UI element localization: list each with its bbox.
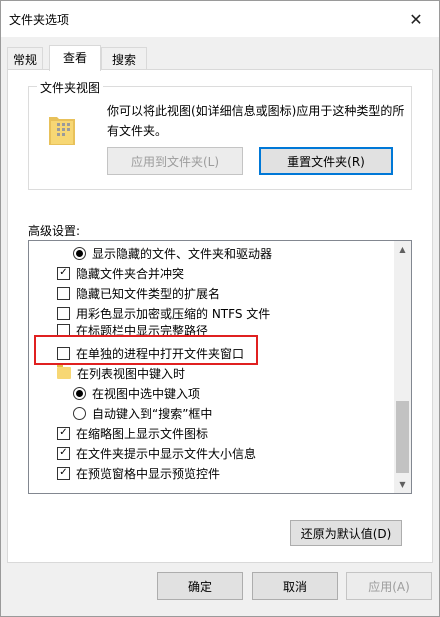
- vertical-scrollbar[interactable]: ▲ ▼: [394, 241, 411, 493]
- list-item[interactable]: 用彩色显示加密或压缩的 NTFS 文件: [29, 303, 393, 323]
- folder-views-description: 你可以将此视图(如详细信息或图标)应用于这种类型的所有文件夹。: [107, 104, 405, 138]
- tab-general[interactable]: 常规: [7, 47, 43, 69]
- checkbox-icon[interactable]: [57, 286, 70, 300]
- advanced-settings-label: 高级设置:: [28, 224, 81, 238]
- window-title: 文件夹选项: [9, 13, 70, 27]
- apply-button[interactable]: 应用(A): [346, 572, 432, 600]
- list-item-label: 自动键入到“搜索”框中: [92, 406, 213, 421]
- list-item-label: 在预览窗格中显示预览控件: [76, 466, 221, 481]
- cancel-button[interactable]: 取消: [252, 572, 338, 600]
- radio-selected-icon[interactable]: [73, 386, 86, 400]
- tab-search[interactable]: 搜索: [101, 47, 147, 69]
- ok-button[interactable]: 确定: [157, 572, 243, 600]
- checkbox-checked-icon[interactable]: ✓: [57, 466, 70, 480]
- checkbox-checked-icon[interactable]: ✓: [57, 446, 70, 460]
- list-item-label: 用彩色显示加密或压缩的 NTFS 文件: [76, 306, 271, 321]
- checkbox-icon[interactable]: [57, 306, 70, 320]
- folder-icon: [57, 364, 71, 379]
- list-item-label: 在视图中选中键入项: [92, 386, 201, 401]
- list-item-label: 在标题栏中显示完整路径: [76, 323, 209, 338]
- scroll-down-arrow-icon[interactable]: ▼: [394, 476, 411, 493]
- close-button[interactable]: ✕: [393, 1, 439, 37]
- list-item-label: 显示隐藏的文件、文件夹和驱动器: [92, 246, 273, 261]
- tab-search-label: 搜索: [111, 53, 136, 67]
- checkbox-icon[interactable]: [57, 346, 70, 360]
- list-item-label: 隐藏文件夹合并冲突: [76, 266, 185, 281]
- list-item-label: 在缩略图上显示文件图标: [76, 426, 209, 441]
- list-item[interactable]: ✓ 在预览窗格中显示预览控件: [29, 463, 393, 483]
- checkbox-checked-icon[interactable]: ✓: [57, 266, 70, 280]
- tab-view[interactable]: 查看: [49, 45, 101, 71]
- tab-view-label: 查看: [62, 51, 87, 65]
- reset-folders-button[interactable]: 重置文件夹(R): [259, 147, 393, 175]
- radio-icon[interactable]: [73, 406, 86, 420]
- list-item[interactable]: ✓ 在文件夹提示中显示文件大小信息: [29, 443, 393, 463]
- folder-views-group: 文件夹视图 你可以将此视图(如详细信息或图标)应用于这种类型的所有文件夹。 应用…: [28, 79, 412, 190]
- tab-general-label: 常规: [12, 53, 37, 67]
- list-item[interactable]: 隐藏已知文件类型的扩展名: [29, 283, 393, 303]
- list-item-highlighted[interactable]: 在单独的进程中打开文件夹窗口: [29, 343, 393, 363]
- list-item[interactable]: ✓ 在缩略图上显示文件图标: [29, 423, 393, 443]
- folder-views-title: 文件夹视图: [37, 79, 104, 96]
- list-item[interactable]: ✓ 隐藏文件夹合并冲突: [29, 263, 393, 283]
- restore-defaults-button[interactable]: 还原为默认值(D): [290, 520, 402, 546]
- list-item-label: 隐藏已知文件类型的扩展名: [76, 286, 221, 301]
- list-item[interactable]: 在标题栏中显示完整路径: [29, 323, 393, 337]
- folder-options-dialog: 文件夹选项 ✕ 常规 查看 搜索 文件夹视图 你可以将此视图(如详细信息或图标)…: [0, 0, 440, 617]
- view-tab-panel: 文件夹视图 你可以将此视图(如详细信息或图标)应用于这种类型的所有文件夹。 应用…: [7, 69, 433, 563]
- advanced-settings-list[interactable]: 显示隐藏的文件、文件夹和驱动器 ✓ 隐藏文件夹合并冲突 隐藏已知文件类型的扩展名…: [28, 240, 412, 494]
- list-item-label: 在文件夹提示中显示文件大小信息: [76, 446, 257, 461]
- list-item-label: 在单独的进程中打开文件夹窗口: [76, 346, 245, 361]
- scroll-up-arrow-icon[interactable]: ▲: [394, 241, 411, 258]
- checkbox-checked-icon[interactable]: ✓: [57, 426, 70, 440]
- list-item-label: 在列表视图中键入时: [77, 366, 186, 381]
- list-item[interactable]: 自动键入到“搜索”框中: [29, 403, 393, 423]
- checkbox-icon[interactable]: [57, 323, 70, 337]
- scroll-thumb[interactable]: [396, 401, 409, 473]
- title-bar: 文件夹选项 ✕: [1, 1, 439, 37]
- folder-views-icon: [49, 117, 75, 145]
- close-icon: ✕: [409, 9, 423, 29]
- list-item[interactable]: 在视图中选中键入项: [29, 383, 393, 403]
- apply-to-folders-button[interactable]: 应用到文件夹(L): [107, 147, 243, 175]
- list-item[interactable]: 显示隐藏的文件、文件夹和驱动器: [29, 243, 393, 263]
- list-item: 在列表视图中键入时: [29, 363, 393, 383]
- radio-icon[interactable]: [73, 246, 86, 260]
